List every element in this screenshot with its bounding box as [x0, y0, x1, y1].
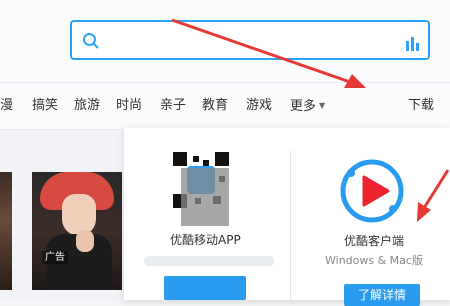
platform-label: Windows & Mac版 [325, 254, 423, 267]
more-label: 更多 [290, 99, 317, 114]
mobile-app-download-button[interactable] [164, 276, 246, 300]
divider [290, 150, 291, 300]
nav-item-anime[interactable]: 漫 [0, 98, 13, 114]
nav-item-games[interactable]: 游戏 [246, 98, 272, 114]
video-thumbnail[interactable] [32, 172, 122, 290]
nav-item-parenting[interactable]: 亲子 [160, 98, 186, 114]
desktop-client-label: 优酷客户端 [344, 234, 405, 248]
video-thumbnail[interactable] [0, 172, 12, 290]
thumbnail-face [62, 194, 96, 236]
header [0, 0, 450, 82]
ad-tag: 广告 [42, 251, 68, 264]
download-popup: 优酷移动APP 优酷客户端 Windows & Mac版 了解详情 [124, 128, 450, 306]
nav-item-travel[interactable]: 旅游 [74, 98, 100, 114]
nav-item-fashion[interactable]: 时尚 [116, 98, 142, 114]
blur-overlay [181, 168, 229, 226]
nav-item-funny[interactable]: 搞笑 [32, 98, 58, 114]
mobile-app-label: 优酷移动APP [170, 233, 241, 247]
learn-more-button[interactable]: 了解详情 [344, 284, 420, 306]
thumbnail-hand [76, 230, 94, 252]
voice-search-icon[interactable] [405, 35, 421, 51]
category-nav: 漫 搞笑 旅游 时尚 亲子 教育 游戏 更多 ▼ 下载 [0, 82, 450, 130]
caret-down-icon: ▼ [319, 101, 326, 110]
search-box[interactable] [70, 20, 430, 60]
youku-play-logo-icon[interactable] [339, 158, 405, 224]
nav-item-education[interactable]: 教育 [202, 98, 228, 114]
search-icon[interactable] [82, 32, 100, 50]
blur-overlay [144, 256, 274, 266]
nav-item-more[interactable]: 更多 ▼ [290, 98, 325, 115]
download-link[interactable]: 下载 [408, 98, 434, 114]
